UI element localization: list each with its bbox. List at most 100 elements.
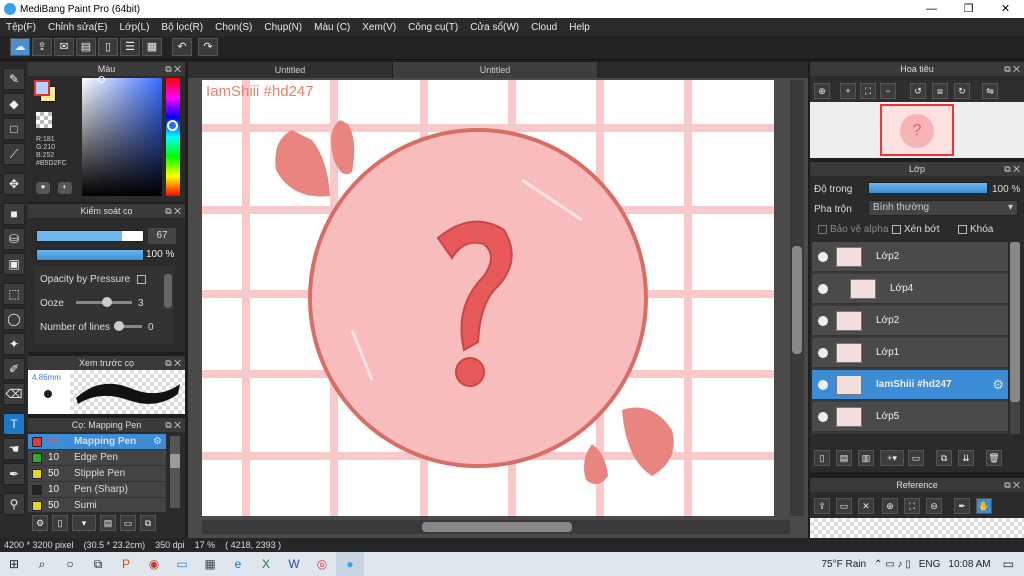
magic-wand-tool-icon[interactable]: ✦ <box>3 333 25 355</box>
menu-item-7[interactable]: Xem(V) <box>356 22 402 33</box>
new-layer-icon[interactable]: ▯ <box>814 450 830 466</box>
select-pen-tool-icon[interactable]: ✐ <box>3 358 25 380</box>
list-icon[interactable]: ☰ <box>120 38 140 56</box>
brush-list-scrollbar[interactable] <box>170 436 180 508</box>
duplicate-layer-icon[interactable]: ⧉ <box>936 450 952 466</box>
eye-icon[interactable] <box>818 251 828 262</box>
eye-icon[interactable] <box>818 347 828 358</box>
brush-item[interactable]: 67 Mapping Pen ⚙ <box>28 434 166 450</box>
select-tool-icon[interactable]: ⬚ <box>3 283 25 305</box>
bucket-tool-icon[interactable]: ⛁ <box>3 228 25 250</box>
delete-layer-icon[interactable]: 🗑 <box>986 450 1002 466</box>
new-halftone-layer-icon[interactable]: ▤ <box>836 450 852 466</box>
rotate-left-icon[interactable]: ↺ <box>910 83 926 99</box>
layer-list-scrollbar[interactable] <box>1010 242 1020 434</box>
panel-close-icon[interactable]: ⧉ ✕ <box>1004 480 1020 491</box>
upload-reference-icon[interactable]: ⇪ <box>814 498 830 514</box>
grid-icon[interactable]: ▦ <box>142 38 162 56</box>
flip-icon[interactable]: ⇋ <box>982 83 998 99</box>
zoom-icon[interactable]: ⊕ <box>814 83 830 99</box>
ooze-slider[interactable] <box>76 297 132 307</box>
menu-item-6[interactable]: Màu (C) <box>308 22 356 33</box>
text-tool-icon[interactable]: T <box>3 413 25 435</box>
brush-item[interactable]: 50 Stipple Pen <box>28 466 166 482</box>
upload-icon[interactable]: ⇪ <box>32 38 52 56</box>
search-icon[interactable]: ⌕ <box>28 552 56 576</box>
redo-icon[interactable]: ↷ <box>198 38 218 56</box>
maximize-button[interactable]: ❐ <box>950 0 987 18</box>
menu-item-2[interactable]: Lớp(L) <box>114 22 156 33</box>
select-eraser-tool-icon[interactable]: ⌫ <box>3 383 25 405</box>
panel-close-icon[interactable]: ⧉ ✕ <box>1004 64 1020 75</box>
windows-start-icon[interactable]: ⊞ <box>0 552 28 576</box>
lasso-tool-icon[interactable]: ◯ <box>3 308 25 330</box>
color-wheel-icon[interactable]: ◐ <box>58 182 72 194</box>
canvas-horizontal-scrollbar[interactable] <box>202 520 790 534</box>
panel-close-icon[interactable]: ⧉ ✕ <box>165 358 181 369</box>
word-icon[interactable]: W <box>280 552 308 576</box>
zoom-out-icon[interactable]: − <box>880 83 896 99</box>
weather[interactable]: 75°F Rain <box>821 559 866 570</box>
medibang-taskbar-icon[interactable]: ● <box>336 552 364 576</box>
open-reference-icon[interactable]: ▭ <box>836 498 852 514</box>
clipping-checkbox[interactable] <box>892 224 901 234</box>
eye-icon[interactable] <box>818 283 828 294</box>
menu-item-4[interactable]: Chọn(S) <box>209 22 258 33</box>
navigator-preview[interactable]: ? <box>880 104 954 156</box>
fit-reference-icon[interactable]: ⛶ <box>904 498 920 514</box>
move-tool-icon[interactable]: ✥ <box>3 173 25 195</box>
eyedropper-reference-icon[interactable]: ✒ <box>954 498 970 514</box>
panel-close-icon[interactable]: ⧉ ✕ <box>1004 164 1020 175</box>
pen-tool-icon[interactable]: ⚲ <box>3 493 25 515</box>
protect-alpha-checkbox[interactable] <box>818 224 827 234</box>
brush-size-slider[interactable] <box>36 230 144 242</box>
eye-icon[interactable] <box>818 411 828 422</box>
tab-untitled-2[interactable]: Untitled <box>393 62 598 78</box>
menu-item-10[interactable]: Cloud <box>525 22 563 33</box>
operation-tool-icon[interactable]: ☚ <box>3 438 25 460</box>
lock-checkbox[interactable] <box>958 224 967 234</box>
transparent-swatch[interactable] <box>36 112 52 128</box>
layer-row[interactable]: Lớp1 <box>812 338 1008 368</box>
new-brush-icon[interactable]: ▯ <box>52 515 68 531</box>
blend-mode-select[interactable]: Bình thường ▾ <box>868 200 1018 216</box>
gradient-tool-icon[interactable]: ▣ <box>3 253 25 275</box>
clock[interactable]: 10:08 AM <box>948 559 990 570</box>
powerpoint-icon[interactable]: P <box>112 552 140 576</box>
layer-folder-icon[interactable]: ▭ <box>908 450 924 466</box>
menu-item-0[interactable]: Tệp(F) <box>0 22 42 33</box>
foreground-color-swatch[interactable] <box>34 80 50 96</box>
chrome-icon[interactable]: ◎ <box>308 552 336 576</box>
fill-rect-tool-icon[interactable]: ■ <box>3 203 25 225</box>
app-red-icon[interactable]: ◉ <box>140 552 168 576</box>
menu-item-8[interactable]: Công cụ(T) <box>402 22 464 33</box>
files-icon[interactable]: ▦ <box>196 552 224 576</box>
eraser-tool-icon[interactable]: ◆ <box>3 93 25 115</box>
brush-item[interactable]: 50 Sumi <box>28 498 166 512</box>
menu-item-3[interactable]: Bộ lọc(R) <box>155 22 209 33</box>
brush-settings-icon[interactable]: ⚙ <box>32 515 48 531</box>
eye-icon[interactable] <box>818 315 828 326</box>
tab-untitled-1[interactable]: Untitled <box>188 62 393 78</box>
add-layer-menu-icon[interactable]: +▾ <box>880 450 904 466</box>
menu-item-11[interactable]: Help <box>563 22 596 33</box>
brush-size-value[interactable]: 67 <box>148 228 176 244</box>
brush-item[interactable]: 10 Pen (Sharp) <box>28 482 166 498</box>
add-brush-icon[interactable]: ▾ <box>72 515 96 531</box>
layer-row[interactable]: IamShiii #hd247 ⚙ <box>812 370 1008 400</box>
brush-item[interactable]: 10 Edge Pen <box>28 450 166 466</box>
notification-icon[interactable]: ▭ <box>1003 557 1014 571</box>
page-icon[interactable]: ▯ <box>98 38 118 56</box>
language-indicator[interactable]: ENG <box>919 559 941 570</box>
layer-row[interactable]: Lớp2 <box>812 242 1008 272</box>
layer-opacity-slider[interactable] <box>868 182 988 194</box>
brush-opacity-slider[interactable] <box>36 249 144 261</box>
layer-row[interactable]: Lớp5 <box>812 402 1008 432</box>
palette-icon[interactable]: ● <box>36 182 50 194</box>
layer-row[interactable]: Lớp2 <box>812 306 1008 336</box>
brush-tool-icon[interactable]: ✎ <box>3 68 25 90</box>
shape-tool-icon[interactable]: □ <box>3 118 25 140</box>
zoom-out-reference-icon[interactable]: ⊖ <box>926 498 942 514</box>
layer-row[interactable]: Lớp4 <box>812 274 1008 304</box>
saturation-value-picker[interactable] <box>82 76 162 196</box>
